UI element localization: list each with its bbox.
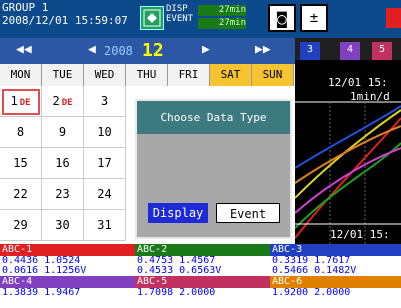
channel-value-1: 1.7098 2.0000 xyxy=(137,287,216,298)
calendar-day-cell[interactable]: 16 xyxy=(42,148,84,179)
calendar-day-cell[interactable]: 17 xyxy=(84,148,126,179)
calendar-day-cell[interactable]: 8 xyxy=(0,117,42,148)
camera-icon[interactable]: ◙ xyxy=(268,4,296,32)
calendar-day-cell[interactable]: 29 xyxy=(0,210,42,241)
calendar-day-cell[interactable]: 31 xyxy=(84,210,126,241)
trend-graph xyxy=(295,38,401,244)
multi-batch-icon[interactable]: ± xyxy=(300,4,328,32)
status-labels: DISP EVENT xyxy=(166,4,193,24)
weekday-mon: MON xyxy=(0,64,42,86)
trend-tab-3[interactable]: 3 xyxy=(300,42,320,60)
calendar-day-cell[interactable]: 9 xyxy=(42,117,84,148)
channel-panel[interactable]: ABC-5 1.7098 2.0000 xyxy=(135,276,270,308)
channel-value-2: 0.4533 0.6563V xyxy=(137,265,222,276)
calendar-day-number: 2 xyxy=(52,94,60,108)
group-label: GROUP 1 xyxy=(2,1,49,14)
trend-tab-5[interactable]: 5 xyxy=(372,42,392,60)
channel-panel[interactable]: ABC-4 1.3839 1.9467 xyxy=(0,276,135,308)
selected-day-outline xyxy=(2,89,40,115)
calendar-day-number: 30 xyxy=(55,218,70,232)
calendar-day-cell[interactable]: 2 DE xyxy=(42,86,84,117)
next-month-button[interactable]: ▶ xyxy=(202,42,210,57)
calendar-day-cell[interactable]: 15 xyxy=(0,148,42,179)
trend-date-top: 12/01 15: xyxy=(328,76,388,89)
calendar-day-cell[interactable]: 10 xyxy=(84,117,126,148)
channel-panel[interactable]: ABC-6 1.9200 2.0000 xyxy=(270,276,401,308)
disp-label: DISP xyxy=(166,4,188,14)
calendar-day-number: 24 xyxy=(97,187,112,201)
weekday-sun: SUN xyxy=(252,64,294,86)
next-year-button[interactable]: ▶▶ xyxy=(255,42,271,57)
calendar-year: 2008 xyxy=(104,44,133,58)
weekday-header: MON TUE WED THU FRI SAT SUN xyxy=(0,64,295,86)
calendar-day-number: 31 xyxy=(97,218,112,232)
calendar-day-number: 16 xyxy=(55,156,70,170)
trend-rate: 1min/d xyxy=(350,90,390,103)
alarm-icon[interactable] xyxy=(386,8,401,28)
trend-tab-4[interactable]: 4 xyxy=(340,42,360,60)
channel-panel[interactable]: ABC-1 0.4436 1.0524 0.0616 1.1256V xyxy=(0,244,135,276)
event-label: EVENT xyxy=(166,14,194,24)
calendar-month: 12 xyxy=(142,40,164,61)
calendar-day-cell[interactable]: 24 xyxy=(84,179,126,210)
memory-status-icon[interactable] xyxy=(140,6,164,30)
prev-month-button[interactable]: ◀ xyxy=(88,42,96,57)
channel-value-1: 1.9200 2.0000 xyxy=(272,287,351,298)
calendar-day-number: 9 xyxy=(58,125,67,139)
channel-panel[interactable]: ABC-2 0.4753 1.4567 0.4533 0.6563V xyxy=(135,244,270,276)
channel-value-2: 0.5466 0.1482V xyxy=(272,265,357,276)
display-button[interactable]: Display xyxy=(148,203,208,223)
weekday-tue: TUE xyxy=(42,64,84,86)
channel-value-1: 1.3839 1.9467 xyxy=(2,287,81,298)
channel-panel[interactable]: ABC-3 0.3319 1.7617 0.5466 0.1482V xyxy=(270,244,401,276)
data-mark-icon: DE xyxy=(61,98,73,108)
dialog-title: Choose Data Type xyxy=(137,101,290,134)
datetime-label: 2008/12/01 15:59:07 xyxy=(2,14,128,27)
calendar-day-cell[interactable]: 23 xyxy=(42,179,84,210)
calendar-day-number: 23 xyxy=(55,187,70,201)
channel-value-2: 0.0616 1.1256V xyxy=(2,265,87,276)
calendar-day-number: 17 xyxy=(97,156,112,170)
trend-date-bottom: 12/01 15: xyxy=(330,228,390,241)
calendar-day-number: 10 xyxy=(97,125,112,139)
weekday-sat: SAT xyxy=(210,64,252,86)
calendar-day-cell[interactable]: 22 xyxy=(0,179,42,210)
calendar-day-number: 22 xyxy=(13,187,28,201)
calendar-day-number: 15 xyxy=(13,156,28,170)
calendar-day-cell[interactable]: 30 xyxy=(42,210,84,241)
weekday-fri: FRI xyxy=(168,64,210,86)
weekday-thu: THU xyxy=(126,64,168,86)
calendar-day-cell[interactable]: 3 xyxy=(84,86,126,117)
calendar-day-number: 8 xyxy=(16,125,25,139)
event-button[interactable]: Event xyxy=(216,203,280,223)
calendar-day-number: 29 xyxy=(13,218,28,232)
prev-year-button[interactable]: ◀◀ xyxy=(16,42,32,57)
weekday-wed: WED xyxy=(84,64,126,86)
event-remaining-bar: 27min xyxy=(198,18,246,29)
disp-remaining-bar: 27min xyxy=(198,5,246,16)
calendar-day-number: 3 xyxy=(100,94,109,108)
